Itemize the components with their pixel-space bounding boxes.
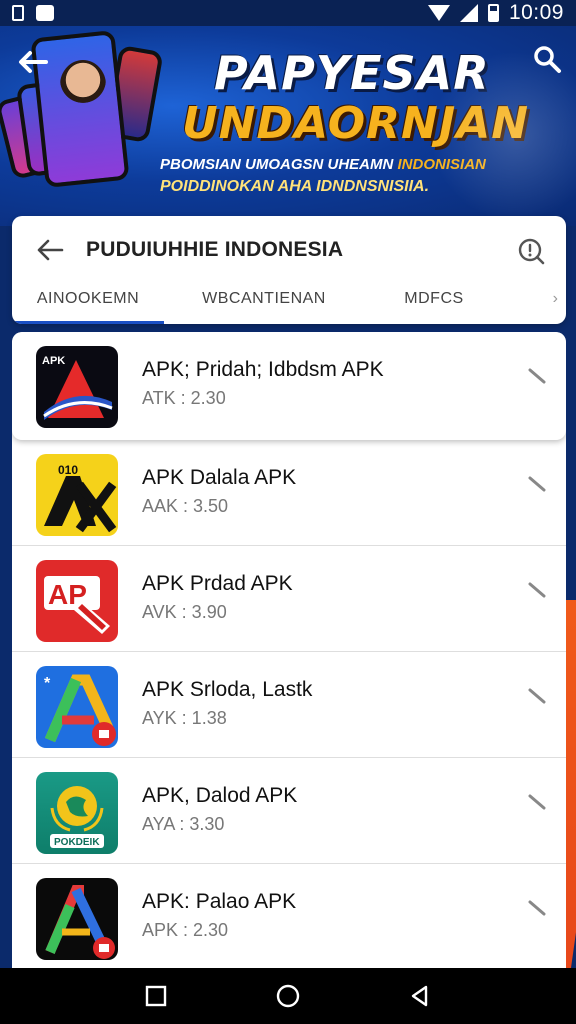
banner-subtitle-2: POIDDINOKAN AHA IDNDNSNISIIA.	[160, 178, 430, 195]
list-item[interactable]: POKDEIK APK, Dalod APK AYA : 3.30	[12, 758, 566, 864]
promo-banner: PAPYESAR UNDAORNJAN PBOMSIAN UMOAGSN UHE…	[0, 26, 576, 226]
banner-headline-1: PAPYESAR	[214, 46, 490, 100]
app-name: APK Prdad APK	[142, 572, 293, 595]
apk-yellow-ax-icon: 010	[36, 454, 118, 536]
list-item[interactable]: 010 APK Dalala APK AAK : 3.50	[12, 440, 566, 546]
list-item[interactable]: AP APK Prdad APK AVK : 3.90	[12, 546, 566, 652]
sim-icon	[12, 5, 24, 21]
edit-icon[interactable]	[524, 576, 550, 602]
edit-icon[interactable]	[524, 470, 550, 496]
app-list: APK APK; Pridah; Idbdsm APK ATK : 2.30 0…	[12, 332, 566, 968]
app-name: APK Dalala APK	[142, 466, 297, 489]
app-name: APK; Pridah; Idbdsm APK	[142, 358, 384, 381]
tabs-more-icon[interactable]: ›	[504, 274, 566, 324]
list-item[interactable]: * APK Srloda, Lastk AYK : 1.38	[12, 652, 566, 758]
wifi-icon	[427, 5, 450, 21]
app-meta: AYA : 3.30	[142, 814, 225, 834]
back-arrow-icon[interactable]	[16, 48, 52, 76]
battery-icon	[487, 4, 499, 22]
tab-2[interactable]: WBCANTIENAN	[164, 274, 364, 324]
back-icon[interactable]	[406, 982, 434, 1010]
tab-3[interactable]: MDFCS	[364, 274, 504, 324]
banner-headline-2: UNDAORNJAN	[182, 98, 530, 149]
svg-text:*: *	[44, 675, 51, 692]
banner-subtitle-1-highlight: INDONISIAN	[397, 156, 486, 173]
apk-black-a-icon	[36, 878, 118, 960]
edit-icon[interactable]	[524, 788, 550, 814]
search-icon[interactable]	[532, 44, 562, 74]
app-meta: AYK : 1.38	[142, 708, 227, 728]
svg-text:010: 010	[58, 463, 78, 477]
app-meta: AAK : 3.50	[142, 496, 229, 516]
app-meta: ATK : 2.30	[142, 388, 226, 408]
edit-icon[interactable]	[524, 682, 550, 708]
info-search-icon[interactable]	[516, 236, 546, 266]
person-portrait	[60, 60, 106, 110]
app-name: APK: Palao APK	[142, 890, 297, 913]
app-name: APK Srloda, Lastk	[142, 678, 313, 701]
home-icon[interactable]	[274, 982, 302, 1010]
signal-icon	[459, 4, 478, 22]
list-item[interactable]: APK: Palao APK APK : 2.30	[12, 864, 566, 968]
list-item[interactable]: APK APK; Pridah; Idbdsm APK ATK : 2.30	[12, 332, 566, 440]
status-right: 10:09	[427, 1, 564, 25]
back-arrow-icon[interactable]	[34, 234, 66, 266]
page-title: PUDUIUHHIE INDONESIA	[86, 238, 344, 261]
apk-green-globe-icon: POKDEIK	[36, 772, 118, 854]
app-meta: AVK : 3.90	[142, 602, 227, 622]
photo-icon	[36, 5, 54, 21]
recents-icon[interactable]	[142, 982, 170, 1010]
system-nav-bar	[0, 968, 576, 1024]
app-name: APK, Dalod APK	[142, 784, 298, 807]
apk-blue-a-icon: *	[36, 666, 118, 748]
apk-red-ap-icon: AP	[36, 560, 118, 642]
svg-text:APK: APK	[42, 355, 65, 367]
apk-a-flag-icon: APK	[36, 346, 118, 428]
status-left	[12, 5, 54, 21]
edit-icon[interactable]	[524, 894, 550, 920]
status-time: 10:09	[508, 1, 564, 24]
edit-icon[interactable]	[524, 362, 550, 388]
app-meta: APK : 2.30	[142, 920, 229, 940]
status-bar: 10:09	[0, 0, 576, 26]
tab-bar: AINOOKEMN WBCANTIENAN MDFCS ›	[12, 274, 566, 324]
tab-1[interactable]: AINOOKEMN	[12, 274, 164, 324]
banner-subtitle-1: PBOMSIAN UMOAGSN UHEAMN INDONISIAN	[160, 156, 486, 173]
app-icon-badge-text: POKDEIK	[54, 837, 100, 848]
header-card: PUDUIUHHIE INDONESIA AINOOKEMN WBCANTIEN…	[12, 216, 566, 324]
banner-subtitle-1-text: PBOMSIAN UMOAGSN UHEAMN	[160, 156, 398, 173]
